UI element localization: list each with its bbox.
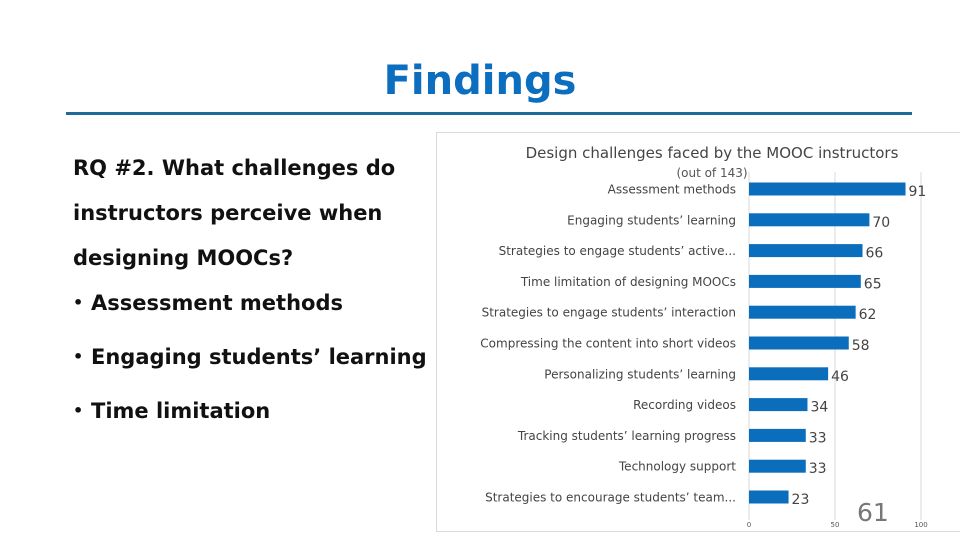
chart-title: Design challenges faced by the MOOC inst…	[526, 144, 899, 162]
x-axis-ticks: 0 50 100	[747, 521, 928, 529]
category-label: Assessment methods	[608, 183, 736, 197]
category-labels: Assessment methods Engaging students’ lea…	[480, 183, 736, 505]
bar	[749, 398, 808, 412]
x-tick-label: 100	[914, 521, 927, 529]
data-label: 58	[852, 338, 870, 354]
data-label: 33	[809, 430, 827, 446]
category-label: Strategies to engage students’ interacti…	[482, 306, 736, 320]
category-label: Time limitation of designing MOOCs	[520, 275, 736, 289]
chart-subtitle: (out of 143)	[676, 166, 747, 180]
bar	[749, 490, 789, 504]
bar	[749, 305, 856, 319]
data-label: 46	[831, 369, 849, 385]
category-label: Engaging students’ learning	[567, 213, 736, 227]
category-label: Compressing the content into short video…	[480, 337, 736, 351]
x-tick-label: 50	[831, 521, 840, 529]
bar	[749, 428, 806, 442]
bar	[749, 459, 806, 473]
bar	[749, 182, 906, 196]
x-tick-label: 0	[747, 521, 751, 529]
category-label: Technology support	[618, 460, 736, 474]
data-label: 91	[909, 184, 927, 200]
bar	[749, 367, 829, 381]
data-label: 65	[864, 276, 882, 292]
data-label: 62	[859, 307, 877, 323]
data-label: 23	[792, 492, 810, 508]
category-label: Strategies to encourage students’ team..…	[485, 491, 736, 505]
category-label: Strategies to engage students’ active...	[499, 244, 736, 258]
bar	[749, 274, 861, 288]
category-label: Recording videos	[633, 398, 736, 412]
category-label: Tracking students’ learning progress	[517, 429, 736, 443]
bar	[749, 213, 870, 227]
data-label: 33	[809, 461, 827, 477]
slide-number: 61	[857, 498, 889, 527]
bar	[749, 244, 863, 258]
category-label: Personalizing students’ learning	[544, 367, 736, 381]
bar-chart: Design challenges faced by the MOOC inst…	[480, 144, 928, 529]
bar	[749, 336, 849, 350]
data-label: 66	[866, 246, 884, 262]
data-label: 34	[810, 400, 828, 416]
data-label: 70	[872, 215, 890, 231]
